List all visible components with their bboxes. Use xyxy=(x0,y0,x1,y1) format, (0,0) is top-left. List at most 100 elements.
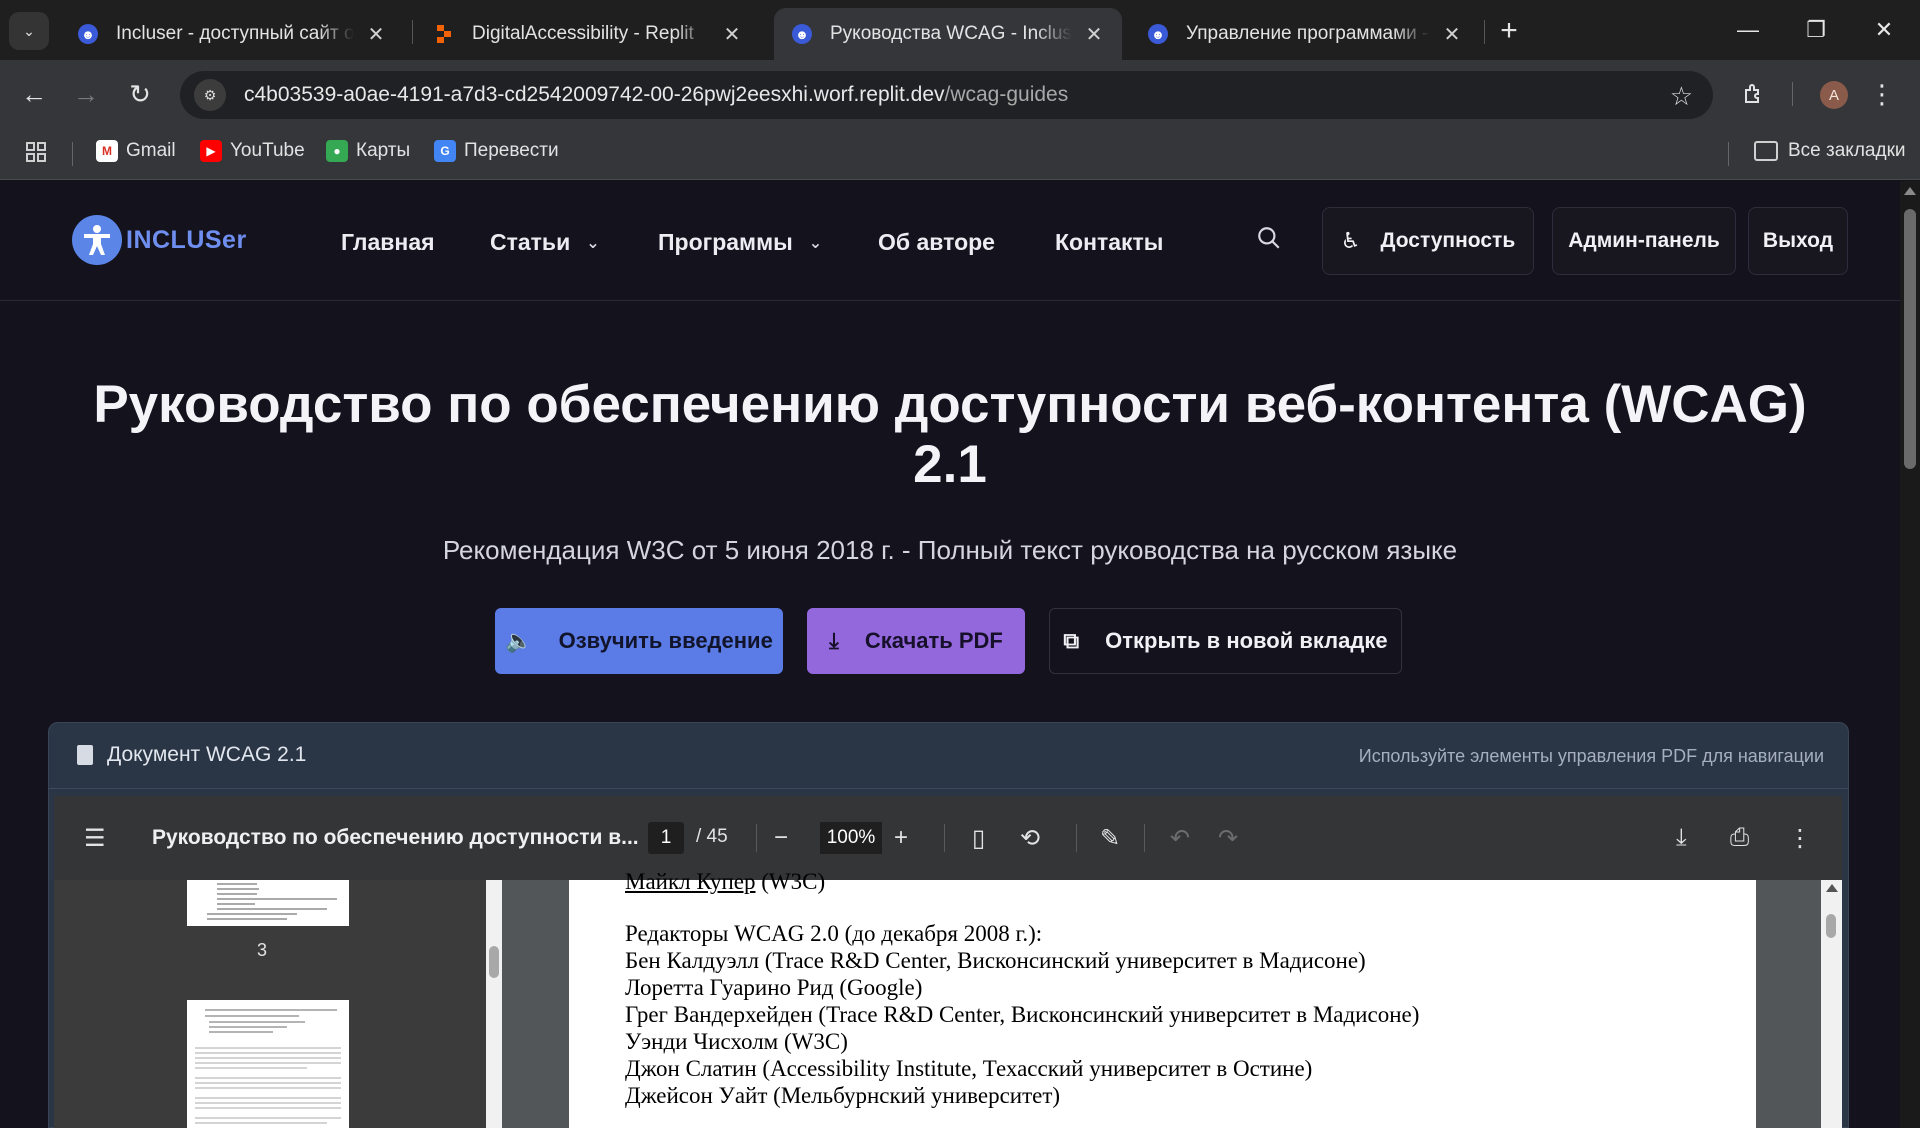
page-number-input[interactable]: 1 xyxy=(648,822,684,854)
close-tab-icon[interactable]: ✕ xyxy=(1082,22,1106,47)
nav-home[interactable]: Главная xyxy=(341,229,435,256)
browser-tab-incluser-home[interactable]: ☻ Incluser - доступный сайт о доступност… xyxy=(60,8,404,60)
tab-title: Incluser - доступный сайт о доступности xyxy=(116,23,354,44)
apps-grid-icon[interactable] xyxy=(24,140,48,164)
pdf-viewer-toolbar: ☰ Руководство по обеспечению доступности… xyxy=(54,796,1842,880)
thumbnail-page-number: 3 xyxy=(257,940,268,960)
back-arrow-icon[interactable]: ← xyxy=(14,74,54,114)
more-options-kebab-icon[interactable]: ⋮ xyxy=(1788,824,1812,853)
tab-title: Руководства WCAG - Incluser xyxy=(830,23,1072,44)
accessibility-person-icon xyxy=(72,215,122,265)
bookmark-youtube[interactable]: ▶ YouTube xyxy=(200,140,305,162)
zoom-out-icon[interactable]: − xyxy=(774,824,788,852)
url-text[interactable]: c4b03539-a0ae-4191-a7d3-cd2542009742-00-… xyxy=(244,83,1068,107)
scroll-up-arrow-icon[interactable] xyxy=(1904,187,1916,195)
page-total: / 45 xyxy=(696,826,728,847)
scroll-up-arrow-icon[interactable] xyxy=(1826,884,1838,892)
nav-contacts[interactable]: Контакты xyxy=(1055,229,1163,256)
download-icon[interactable]: ⤓ xyxy=(1676,824,1687,852)
page-text-line: Майкл Купер (W3C) xyxy=(625,868,825,895)
maps-icon: ● xyxy=(326,140,348,162)
forward-arrow-icon[interactable]: → xyxy=(66,74,106,114)
browser-tab-replit[interactable]: DigitalAccessibility - Replit ✕ xyxy=(416,8,760,60)
logout-button[interactable]: Выход xyxy=(1748,207,1848,275)
page-text-line: Бен Калдуэлл (Trace R&D Center, Висконси… xyxy=(625,948,1366,973)
site-settings-icon[interactable]: ⚙ xyxy=(194,79,226,111)
address-bar[interactable]: ⚙ c4b03539-a0ae-4191-a7d3-cd2542009742-0… xyxy=(180,71,1713,119)
speak-intro-button[interactable]: 🔈 Озвучить введение xyxy=(495,608,783,674)
chevron-down-icon: ⌄ xyxy=(586,234,600,252)
pdf-page-scrollbar[interactable] xyxy=(1821,880,1842,1128)
all-bookmarks-folder[interactable]: Все закладки xyxy=(1754,140,1906,162)
close-tab-icon[interactable]: ✕ xyxy=(1440,22,1464,47)
annotate-pen-icon[interactable]: ✎ xyxy=(1100,824,1120,853)
folder-icon xyxy=(1754,141,1778,161)
site-logo[interactable]: INCLUSer xyxy=(72,215,247,265)
extensions-puzzle-icon[interactable] xyxy=(1734,74,1774,114)
page-text-line: Джейсон Уайт (Мельбурнский университет) xyxy=(625,1083,1061,1108)
site-header: INCLUSer Главная Статьи ⌄ Программы ⌄ Об… xyxy=(0,181,1900,301)
page-text-line: Уэнди Чисхолм (W3C) xyxy=(625,1029,848,1054)
download-pdf-label: Скачать PDF xyxy=(864,628,1003,653)
open-new-tab-button[interactable]: ⧉ Открыть в новой вкладке xyxy=(1049,608,1402,674)
search-icon[interactable] xyxy=(1256,225,1286,255)
pdf-page: Майкл Купер (W3C) Редакторы WCAG 2.0 (до… xyxy=(569,869,1756,1128)
nav-articles-label: Статьи xyxy=(490,229,571,255)
admin-panel-label: Админ-панель xyxy=(1568,229,1720,252)
print-icon[interactable]: ⎙ xyxy=(1730,824,1749,852)
page-thumbnail[interactable] xyxy=(187,1000,349,1128)
bookmark-gmail[interactable]: M Gmail xyxy=(96,140,176,162)
browser-menu-kebab-icon[interactable]: ⋮ xyxy=(1862,74,1902,114)
nav-articles[interactable]: Статьи ⌄ xyxy=(490,229,600,256)
download-pdf-button[interactable]: ⤓ Скачать PDF xyxy=(807,608,1025,674)
zoom-level-input[interactable]: 100% xyxy=(820,822,882,854)
nav-home-label: Главная xyxy=(341,229,435,255)
sidebar-menu-icon[interactable]: ☰ xyxy=(84,824,106,853)
replit-favicon-icon xyxy=(434,24,454,44)
accessibility-button[interactable]: ♿ Доступность xyxy=(1322,207,1534,275)
browser-tab-wcag-guides[interactable]: ☻ Руководства WCAG - Incluser ✕ xyxy=(774,8,1122,60)
bookmark-separator xyxy=(72,142,73,166)
bookmark-maps[interactable]: ● Карты xyxy=(326,140,410,162)
incluser-favicon-icon: ☻ xyxy=(792,24,812,44)
page-text-line: Грег Вандерхейден (Trace R&D Center, Вис… xyxy=(625,1002,1420,1027)
redo-icon[interactable]: ↷ xyxy=(1218,824,1238,853)
nav-about[interactable]: Об авторе xyxy=(878,229,995,256)
rotate-icon[interactable]: ⟲ xyxy=(1020,824,1040,853)
toolbar-separator xyxy=(1076,824,1077,852)
reload-icon[interactable]: ↻ xyxy=(120,74,160,114)
scrollbar-thumb[interactable] xyxy=(1826,914,1836,938)
thumbnail-scrollbar[interactable] xyxy=(486,880,502,1128)
page-scrollbar[interactable] xyxy=(1900,181,1920,1128)
chevron-down-icon: ⌄ xyxy=(23,22,35,39)
document-panel-header: Документ WCAG 2.1 Используйте элементы у… xyxy=(49,723,1848,789)
chevron-down-icon: ⌄ xyxy=(808,234,823,252)
page-scrollbar-thumb[interactable] xyxy=(1904,209,1916,469)
bookmark-label: Gmail xyxy=(126,140,176,161)
bookmark-translate[interactable]: G Перевести xyxy=(434,140,559,162)
scrollbar-thumb[interactable] xyxy=(489,946,499,978)
close-tab-icon[interactable]: ✕ xyxy=(720,22,744,47)
undo-icon[interactable]: ↶ xyxy=(1170,824,1190,853)
accessibility-icon: ♿ xyxy=(1340,228,1361,253)
document-hint: Используйте элементы управления PDF для … xyxy=(1358,746,1824,766)
bookmark-star-icon[interactable]: ☆ xyxy=(1670,81,1693,112)
document-title-text: Документ WCAG 2.1 xyxy=(107,743,307,766)
restore-window-icon[interactable]: ❐ xyxy=(1786,10,1846,50)
close-tab-icon[interactable]: ✕ xyxy=(364,22,388,47)
browser-tab-programs-admin[interactable]: ☻ Управление программами - Admin ✕ xyxy=(1130,8,1480,60)
nav-programs-label: Программы xyxy=(658,229,793,255)
minimize-window-icon[interactable]: — xyxy=(1718,10,1778,50)
page-link[interactable]: Майкл Купер xyxy=(625,869,756,894)
new-tab-plus-icon[interactable]: + xyxy=(1492,14,1526,48)
browser-toolbar: ← → ↻ ⚙ c4b03539-a0ae-4191-a7d3-cd254200… xyxy=(0,60,1920,128)
tab-title: Управление программами - Admin xyxy=(1186,23,1430,44)
close-window-icon[interactable]: ✕ xyxy=(1854,10,1914,50)
admin-panel-button[interactable]: Админ-панель xyxy=(1552,207,1736,275)
nav-programs[interactable]: Программы ⌄ xyxy=(658,229,822,256)
page-thumbnail[interactable] xyxy=(187,880,349,926)
profile-avatar[interactable]: A xyxy=(1820,81,1848,109)
tab-search-button[interactable]: ⌄ xyxy=(9,12,49,50)
zoom-in-icon[interactable]: + xyxy=(894,824,908,852)
fit-page-icon[interactable]: ▯ xyxy=(972,824,985,853)
